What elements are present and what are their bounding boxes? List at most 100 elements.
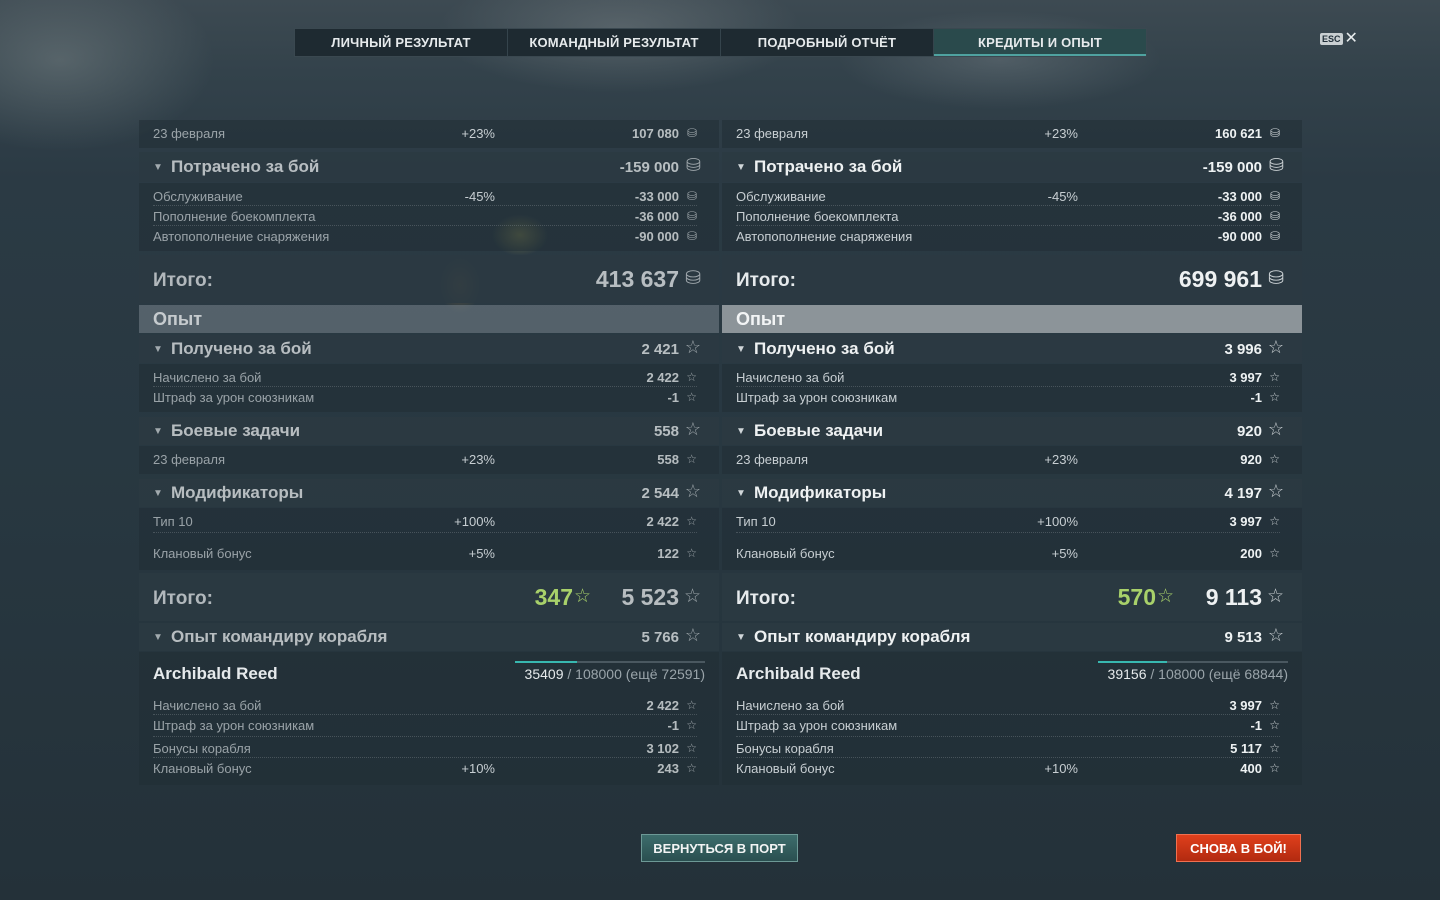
tab-credits-xp[interactable]: КРЕДИТЫ И ОПЫТ [934,29,1146,56]
row-value: 2 421 [641,341,679,358]
row-value: 2 544 [641,485,679,502]
row-value: -36 000 [1217,209,1262,224]
row-value: 3 997 [1229,514,1262,529]
earned-header[interactable]: ▼ Получено за бой 3 996 ☆ [722,335,1302,363]
spent-header[interactable]: ▼ Потрачено за бой -159 000 ⛁ [722,152,1302,182]
row-label: 23 февраля [736,126,808,141]
collapse-arrow-icon[interactable]: ▼ [153,162,163,173]
divider [153,757,697,758]
row-label: Бонусы корабля [736,741,834,756]
collapse-arrow-icon[interactable]: ▼ [736,162,746,173]
divider [153,225,697,226]
battle-again-button[interactable]: СНОВА В БОЙ! [1176,834,1301,862]
modifiers-details: Тип 10 +100% 3 997 ☆ Клановый бонус +5% … [722,508,1302,570]
xp-star-icon: ☆ [1269,718,1280,732]
xp-star-icon: ☆ [684,481,701,501]
commander-xp-header[interactable]: ▼ Опыт командиру корабля 9 513 ☆ [722,623,1302,651]
credit-coin-icon: ⛁ [1269,229,1280,243]
missions-details: 23 февраля +23% 558 ☆ [139,446,719,474]
return-to-port-button[interactable]: ВЕРНУТЬСЯ В ПОРТ [641,834,798,862]
xp-star-icon: ☆ [686,741,697,755]
divider [153,386,697,387]
row-label: Потрачено за бой [754,157,903,176]
credit-coin-icon: ⛁ [685,268,701,289]
collapse-arrow-icon[interactable]: ▼ [153,632,163,643]
xp-star-icon: ☆ [1267,419,1284,439]
xp-star-icon: ☆ [686,718,697,732]
row-label: 23 февраля [153,126,225,141]
row-percent: +5% [468,546,495,561]
row-value: 920 [1236,423,1262,440]
row-value: -33 000 [1217,189,1262,204]
row-value: -1 [667,718,679,733]
total-label: Итого: [153,588,213,609]
collapse-arrow-icon[interactable]: ▼ [153,426,163,437]
row-value: -1 [1250,718,1262,733]
captain-progress-bar [515,661,705,663]
tab-personal-result[interactable]: ЛИЧНЫЙ РЕЗУЛЬТАТ [295,29,508,56]
xp-star-icon: ☆ [1269,452,1280,466]
divider [736,736,1280,737]
xp-star-icon: ☆ [1267,625,1284,645]
credit-coin-icon: ⛁ [686,126,697,140]
row-label: Получено за бой [171,339,312,358]
xp-total-row: Итого: 347 ☆ 5 523 ☆ [139,573,719,621]
credit-coin-icon: ⛁ [685,155,701,175]
earned-header[interactable]: ▼ Получено за бой 2 421 ☆ [139,335,719,363]
row-label: Пополнение боекомплекта [736,209,899,224]
tab-team-result[interactable]: КОМАНДНЫЙ РЕЗУЛЬТАТ [508,29,721,56]
collapse-arrow-icon[interactable]: ▼ [736,426,746,437]
collapse-arrow-icon[interactable]: ▼ [736,488,746,499]
captain-progress-fill [1098,661,1167,663]
row-value: 2 422 [646,514,679,529]
divider [736,757,1280,758]
xp-star-icon: ☆ [1269,761,1280,775]
xp-star-icon: ☆ [686,761,697,775]
collapse-arrow-icon[interactable]: ▼ [153,488,163,499]
row-percent: +5% [1051,546,1078,561]
spent-header[interactable]: ▼ Потрачено за бой -159 000 ⛁ [139,152,719,182]
captain-xp-current: 35409 [524,666,564,682]
row-value: -36 000 [634,209,679,224]
tab-detailed-report[interactable]: ПОДРОБНЫЙ ОТЧЁТ [721,29,934,56]
collapse-arrow-icon[interactable]: ▼ [736,344,746,355]
feb23-bonus-row: 23 февраля +23% 160 621 ⛁ [722,120,1302,148]
missions-header[interactable]: ▼ Боевые задачи 920 ☆ [722,417,1302,445]
spent-details: Обслуживание -45% -33 000 ⛁ Пополнение б… [722,183,1302,251]
xp-star-icon: ☆ [686,546,697,560]
row-label: Боевые задачи [171,421,301,440]
xp-star-icon: ☆ [684,625,701,645]
row-value: 558 [653,423,679,440]
xp-star-icon: ☆ [686,370,697,384]
modifiers-header[interactable]: ▼ Модификаторы 2 544 ☆ [139,479,719,507]
row-percent: +23% [1044,126,1078,141]
collapse-arrow-icon[interactable]: ▼ [153,344,163,355]
credit-coin-icon: ⛁ [1268,268,1284,289]
missions-header[interactable]: ▼ Боевые задачи 558 ☆ [139,417,719,445]
row-percent: +23% [461,126,495,141]
modifiers-header[interactable]: ▼ Модификаторы 4 197 ☆ [722,479,1302,507]
row-percent: +23% [1044,452,1078,467]
row-value: 5 117 [1230,741,1262,756]
row-percent: +10% [461,761,495,776]
row-value: 243 [657,761,679,776]
divider [736,532,1280,533]
credit-coin-icon: ⛁ [686,229,697,243]
commander-xp-header[interactable]: ▼ Опыт командиру корабля 5 766 ☆ [139,623,719,651]
credit-coin-icon: ⛁ [1268,155,1284,175]
close-icon[interactable]: ✕ [1345,31,1358,47]
total-label: Итого: [736,270,796,291]
xp-star-icon: ☆ [686,390,697,404]
row-label: 23 февраля [736,452,808,467]
row-value: 160 621 [1215,126,1262,141]
row-label: Клановый бонус [153,761,252,776]
row-label: Штраф за урон союзникам [736,390,898,405]
row-label: Штраф за урон союзникам [153,718,315,733]
collapse-arrow-icon[interactable]: ▼ [736,632,746,643]
row-value: 5 766 [641,629,679,646]
close-button[interactable]: ESC ✕ [1320,31,1358,47]
row-label: Начислено за бой [153,370,262,385]
row-value: -33 000 [634,189,679,204]
row-label: Получено за бой [754,339,895,358]
total-label: Итого: [153,270,213,291]
